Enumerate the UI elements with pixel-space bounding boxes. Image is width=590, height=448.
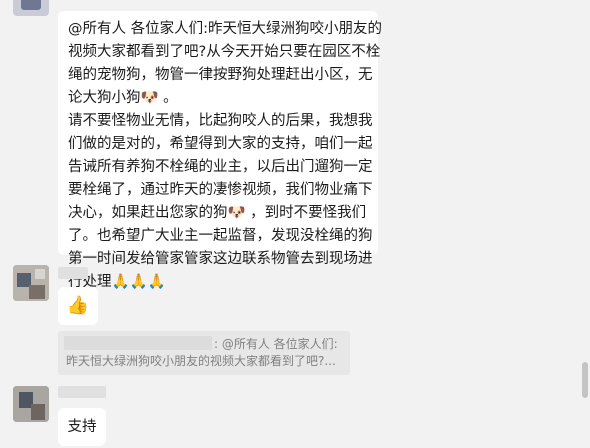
message-line: 绳的宠物狗，物管一律按野狗处理赶出小区，无 <box>68 67 373 83</box>
quote-line: 昨天恒大绿洲狗咬小朋友的视频大家都看到了吧?... <box>66 354 336 368</box>
quoted-message[interactable]: : @所有人 各位家人们: 昨天恒大绿洲狗咬小朋友的视频大家都看到了吧?... <box>58 331 350 375</box>
message-line: 行处理🙏🙏🙏 <box>68 274 166 290</box>
message-line: 第一时间发给管家管家这边联系物管去到现场进 <box>68 251 373 267</box>
message-line: 要栓绳了，通过昨天的凄惨视频，我们物业痛下 <box>68 182 373 198</box>
avatar[interactable] <box>13 0 49 16</box>
message-line: 了。也希望广大业主一起监督，发现没栓绳的狗 <box>68 228 373 244</box>
avatar[interactable] <box>13 265 49 301</box>
message-line: 告诫所有养狗不栓绳的业主，以后出门遛狗一定 <box>68 159 373 175</box>
sender-name-blurred <box>58 386 106 398</box>
message-text: 支持 <box>67 418 97 435</box>
message-line: 请不要怪物业无情，比起狗咬人的后果，我想我 <box>68 113 373 129</box>
scrollbar[interactable] <box>582 0 590 448</box>
message-line: 视频大家都看到了吧?从今天开始只要在园区不栓 <box>68 44 381 60</box>
avatar[interactable] <box>13 386 49 422</box>
message-line: 决心，如果赶出您家的狗🐶 ，到时不要怪我们 <box>68 205 367 221</box>
sender-name-blurred <box>58 267 88 279</box>
message-bubble[interactable]: @所有人 各位家人们:昨天恒大绿洲狗咬小朋友的 视频大家都看到了吧?从今天开始只… <box>58 11 382 290</box>
message-line: @所有人 各位家人们:昨天恒大绿洲狗咬小朋友的 <box>68 21 382 37</box>
message-line: 论大狗小狗🐶 。 <box>68 90 178 106</box>
quoted-sender-blurred <box>64 336 212 350</box>
thumbs-up-icon: 👍 <box>66 295 90 316</box>
chat-window: @所有人 各位家人们:昨天恒大绿洲狗咬小朋友的 视频大家都看到了吧?从今天开始只… <box>0 0 590 448</box>
message-bubble[interactable]: 支持 <box>58 408 106 446</box>
message-bubble[interactable]: 👍 <box>58 287 98 325</box>
message-line: 们做的是对的，希望得到大家的支持，咱们一起 <box>68 136 373 152</box>
scrollbar-thumb[interactable] <box>582 362 588 398</box>
